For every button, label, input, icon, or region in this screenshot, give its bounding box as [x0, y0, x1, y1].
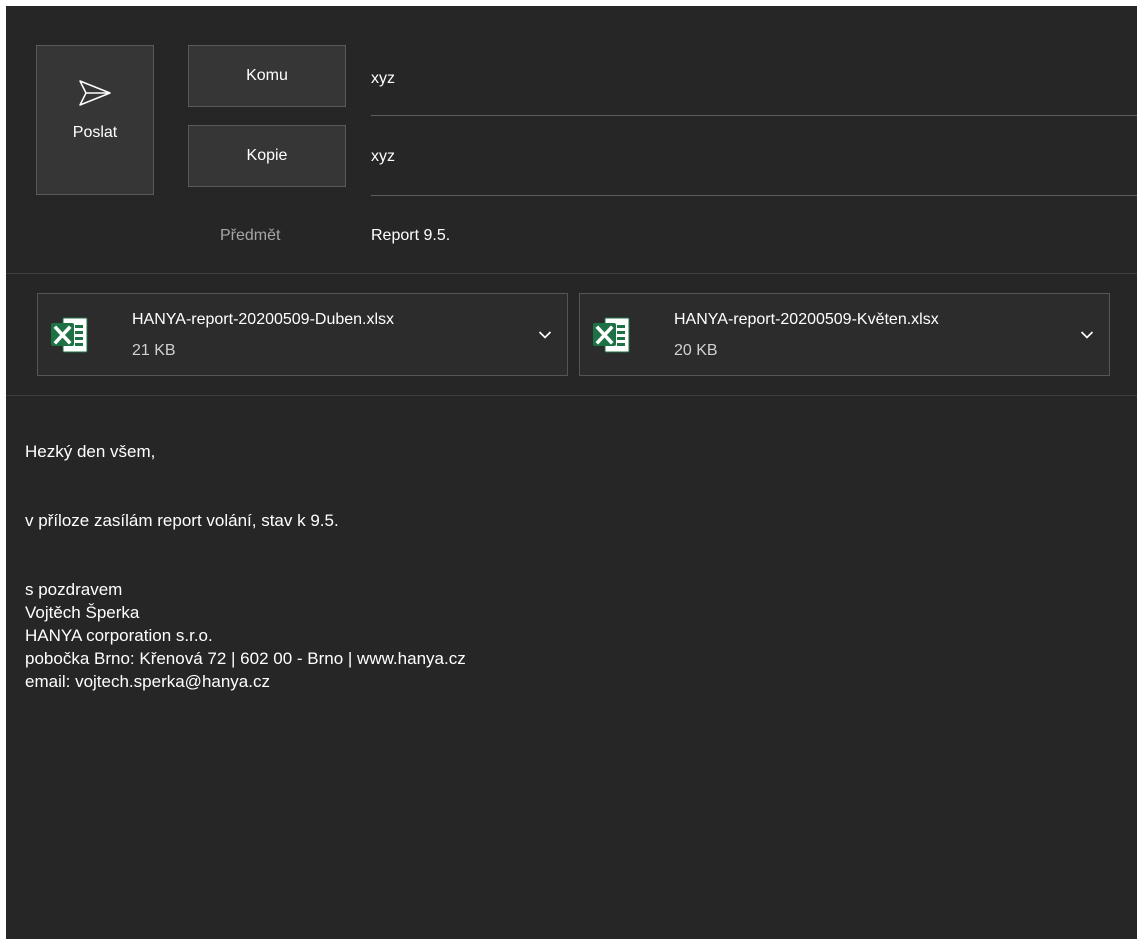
attachment-card[interactable]: HANYA-report-20200509-Květen.xlsx 20 KB: [579, 293, 1110, 376]
signature-name: Vojtěch Šperka: [25, 603, 140, 622]
signature-company: HANYA corporation s.r.o.: [25, 626, 213, 645]
subject-field[interactable]: Report 9.5.: [371, 227, 450, 245]
closing-line: s pozdravem: [25, 580, 123, 599]
cc-field-underline: [371, 195, 1137, 196]
signature-address: pobočka Brno: Křenová 72 | 602 00 - Brno…: [25, 649, 466, 668]
message-line: v příloze zasílám report volání, stav k …: [25, 511, 339, 530]
attachment-card[interactable]: HANYA-report-20200509-Duben.xlsx 21 KB: [37, 293, 568, 376]
message-body[interactable]: Hezký den všem, v příloze zasílám report…: [25, 440, 466, 693]
attachments-divider: [6, 395, 1137, 396]
send-icon: [79, 80, 111, 106]
chevron-down-icon[interactable]: [1080, 330, 1094, 340]
attachment-size: 21 KB: [132, 342, 176, 359]
header-divider: [6, 273, 1137, 274]
to-field-underline: [371, 115, 1137, 116]
cc-button-label: Kopie: [246, 147, 288, 164]
subject-label: Předmět: [220, 227, 281, 244]
left-window-edge: [0, 0, 6, 939]
chevron-down-icon[interactable]: [538, 330, 552, 340]
to-button[interactable]: Komu: [188, 45, 346, 107]
attachment-size: 20 KB: [674, 342, 718, 359]
cc-field[interactable]: xyz: [371, 148, 395, 166]
cc-button[interactable]: Kopie: [188, 125, 346, 187]
attachment-name: HANYA-report-20200509-Květen.xlsx: [674, 311, 939, 328]
greeting-line: Hezký den všem,: [25, 442, 156, 461]
excel-file-icon: [593, 317, 630, 353]
to-field[interactable]: xyz: [371, 70, 395, 88]
to-button-label: Komu: [246, 67, 288, 84]
attachment-name: HANYA-report-20200509-Duben.xlsx: [132, 311, 395, 328]
top-window-edge: [0, 0, 1137, 6]
excel-file-icon: [51, 317, 88, 353]
send-button[interactable]: Poslat: [36, 45, 154, 195]
signature-email: email: vojtech.sperka@hanya.cz: [25, 672, 270, 691]
send-button-label: Poslat: [72, 124, 118, 141]
